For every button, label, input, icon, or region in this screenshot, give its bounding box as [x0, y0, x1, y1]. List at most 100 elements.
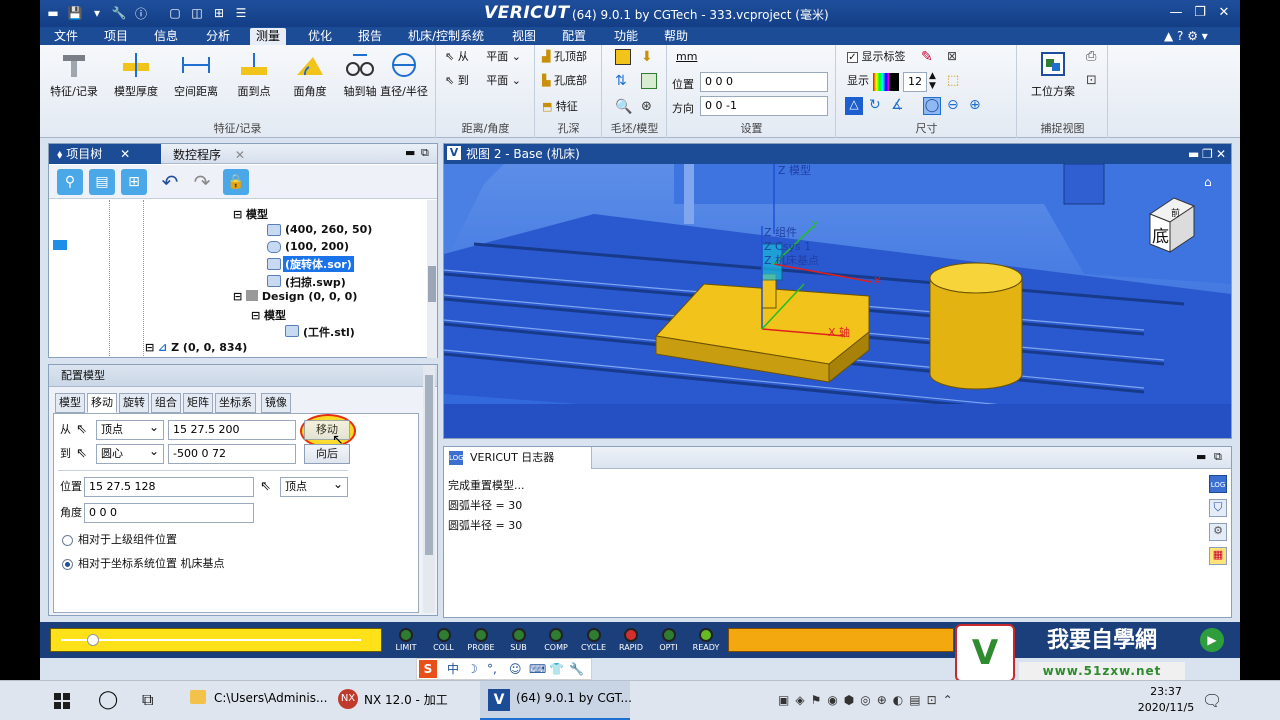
tree-scroll-thumb[interactable] — [428, 266, 436, 302]
hole-bottom-button[interactable]: ▙ 孔底部 — [542, 71, 587, 91]
config-scroll-thumb[interactable] — [425, 375, 433, 555]
moon-icon[interactable]: ☽ — [467, 659, 478, 679]
tree-node-design[interactable]: ⊟ Design (0, 0, 0) — [233, 290, 357, 303]
color-black-swatch[interactable] — [889, 73, 899, 91]
feature-record-button[interactable]: 特征/记录 — [44, 49, 104, 105]
settings-position-input[interactable]: 0 0 0 — [700, 72, 828, 92]
menu-function[interactable]: 功能 — [608, 28, 644, 45]
menu-view[interactable]: 视图 — [506, 28, 542, 45]
space-distance-button[interactable]: 空间距离 — [166, 49, 226, 105]
menu-measure[interactable]: 测量 — [250, 28, 287, 45]
view-minimize-icon[interactable]: ▬ — [1188, 144, 1199, 164]
font-size-input[interactable]: 12 — [903, 72, 927, 92]
menu-help[interactable]: 帮助 — [658, 28, 694, 45]
view-restore-icon[interactable]: ❐ — [1202, 144, 1213, 164]
tab-move[interactable]: 移动 — [87, 393, 117, 413]
tree-add-icon[interactable]: ⊞ — [121, 169, 147, 195]
taskbar-vericut-active[interactable]: V (64) 9.0.1 by CGT... — [480, 681, 632, 720]
log-minimize-icon[interactable]: ▬ — [1196, 450, 1206, 463]
tree-node-design-model[interactable]: ⊟ 模型 — [251, 307, 286, 323]
shield-icon[interactable]: ⛉ — [1209, 499, 1227, 517]
position-type-select[interactable]: 顶点 — [280, 475, 348, 497]
tab-mirror[interactable]: 镜像 — [261, 393, 291, 413]
station-plan-button[interactable]: 工位方案 — [1022, 49, 1084, 105]
slider-thumb[interactable] — [87, 634, 99, 646]
play-button[interactable]: ▶ — [1200, 628, 1224, 652]
stock-compare-icon[interactable] — [641, 73, 657, 89]
emoji-icon[interactable]: ☺ — [509, 659, 522, 679]
unit-label[interactable]: mm — [676, 47, 697, 67]
diameter-icon[interactable]: ⊖ — [947, 97, 959, 113]
ime-mode[interactable]: 中 — [447, 659, 459, 679]
clock-time[interactable]: 23:37 — [1138, 685, 1194, 698]
hole-feature-button[interactable]: ⬒ 特征 — [542, 97, 578, 117]
triangle-measure-icon[interactable]: △ — [845, 97, 863, 115]
sogou-icon[interactable]: S — [419, 660, 437, 678]
info-icon[interactable]: ⓘ — [132, 4, 150, 22]
dropdown-icon[interactable]: ▾ — [88, 4, 106, 22]
clear-labels-icon[interactable]: ⊠ — [947, 49, 957, 63]
model-thickness-button[interactable]: 模型厚度 — [106, 49, 166, 105]
tree-properties-icon[interactable]: ▤ — [89, 169, 115, 195]
distance-from-row[interactable]: ⇖ 从 平面 ⌄ — [445, 47, 521, 67]
radio-relative-parent[interactable] — [62, 535, 73, 546]
cortana-icon[interactable]: ◯ — [98, 689, 118, 710]
to-type-select[interactable]: 圆心 — [96, 442, 164, 464]
tree-node-z[interactable]: ⊟ ⊿ Z (0, 0, 834) — [145, 341, 247, 354]
machine-3d-view[interactable]: Z 模型 Z 组件 Z Csys 1 Z 机床基点 Y X X 轴 底 前 ⌂ — [444, 164, 1231, 438]
tab-project-tree[interactable]: ⬧ 项目树 ✕ — [49, 144, 161, 164]
tree-item-workpiece[interactable]: (工件.stl) — [303, 324, 355, 340]
menu-report[interactable]: 报告 — [352, 28, 388, 45]
angle-input[interactable]: 0 0 0 — [84, 503, 254, 523]
view-close-icon[interactable]: ✕ — [1216, 144, 1226, 164]
print-icon[interactable]: ⎙ — [1086, 49, 1096, 64]
menu-analysis[interactable]: 分析 — [200, 28, 236, 45]
clock-date[interactable]: 2020/11/5 — [1126, 701, 1206, 714]
tab-vericut-logger[interactable]: LOG VERICUT 日志器 — [444, 447, 592, 469]
label-position-icon[interactable]: ⬚ — [947, 73, 959, 88]
center-icon[interactable]: ⊕ — [969, 97, 981, 113]
menu-info[interactable]: 信息 — [148, 28, 184, 45]
simulation-slider[interactable] — [50, 628, 382, 652]
minimize-button[interactable]: — — [1166, 4, 1186, 22]
label-style-icon[interactable]: ✎ — [921, 49, 933, 65]
tray-icons[interactable]: ▣◈⚑◉⬢◎⊕◐▤⊡⌃ — [778, 693, 959, 707]
back-button[interactable]: 向后 — [304, 444, 350, 464]
keyboard-icon[interactable]: ⌨ — [529, 659, 546, 679]
layout-split-icon[interactable]: ◫ — [188, 4, 206, 22]
distance-to-row[interactable]: ⇖ 到 平面 ⌄ — [445, 71, 521, 91]
hole-top-button[interactable]: ▟ 孔顶部 — [542, 47, 587, 67]
tree-select-icon[interactable]: ⚲ — [57, 169, 83, 195]
restore-button[interactable]: ❐ — [1190, 4, 1210, 22]
tree-node-model[interactable]: ⊟ 模型 — [233, 206, 268, 222]
log-float-icon[interactable]: ⧉ — [1214, 450, 1222, 464]
tree-item-sweep[interactable]: (扫掠.swp) — [285, 274, 346, 290]
tree-item-revolve-selected[interactable]: (旋转体.sor) — [283, 256, 354, 272]
show-labels-checkbox[interactable]: ✓ 显示标签 — [847, 47, 906, 67]
home-view-icon[interactable]: ⌂ — [1204, 175, 1212, 189]
tree-scrollbar[interactable] — [427, 200, 437, 358]
tab-close-icon[interactable]: ✕ — [235, 148, 245, 162]
tab-nc-program[interactable]: 数控程序 ✕ — [173, 146, 245, 163]
stock-depth-icon[interactable]: ⬇ — [641, 49, 657, 65]
layout-single-icon[interactable]: ▢ — [166, 4, 184, 22]
stock-zoom-icon[interactable]: ⊛ — [641, 99, 657, 115]
tools-icon[interactable]: 🔧 — [569, 659, 584, 679]
from-type-select[interactable]: 顶点 — [96, 418, 164, 440]
position-input[interactable]: 15 27.5 128 — [84, 477, 254, 497]
undo-icon[interactable]: ↶ — [157, 169, 183, 195]
tab-matrix[interactable]: 矩阵 — [183, 393, 213, 413]
redo-icon[interactable]: ↷ — [189, 169, 215, 195]
save-icon[interactable]: 💾 — [66, 4, 84, 22]
font-size-spinner[interactable]: ▲ ▼ — [929, 71, 936, 91]
menu-project[interactable]: 项目 — [98, 28, 134, 45]
menu-file[interactable]: 文件 — [48, 28, 84, 45]
tab-close-icon[interactable]: ✕ — [120, 147, 130, 161]
menu-right-controls[interactable]: ▲ ? ⚙ ▾ — [1158, 28, 1214, 45]
app-menu-icon[interactable]: ▬ — [44, 4, 62, 22]
stock-gap-icon[interactable]: ⇅ — [615, 73, 631, 89]
arc-measure-icon[interactable]: ↻ — [869, 97, 881, 113]
tab-model[interactable]: 模型 — [55, 393, 85, 413]
radio-relative-coord[interactable] — [62, 559, 73, 570]
diameter-radius-button[interactable]: 直径/半径 — [374, 49, 434, 105]
